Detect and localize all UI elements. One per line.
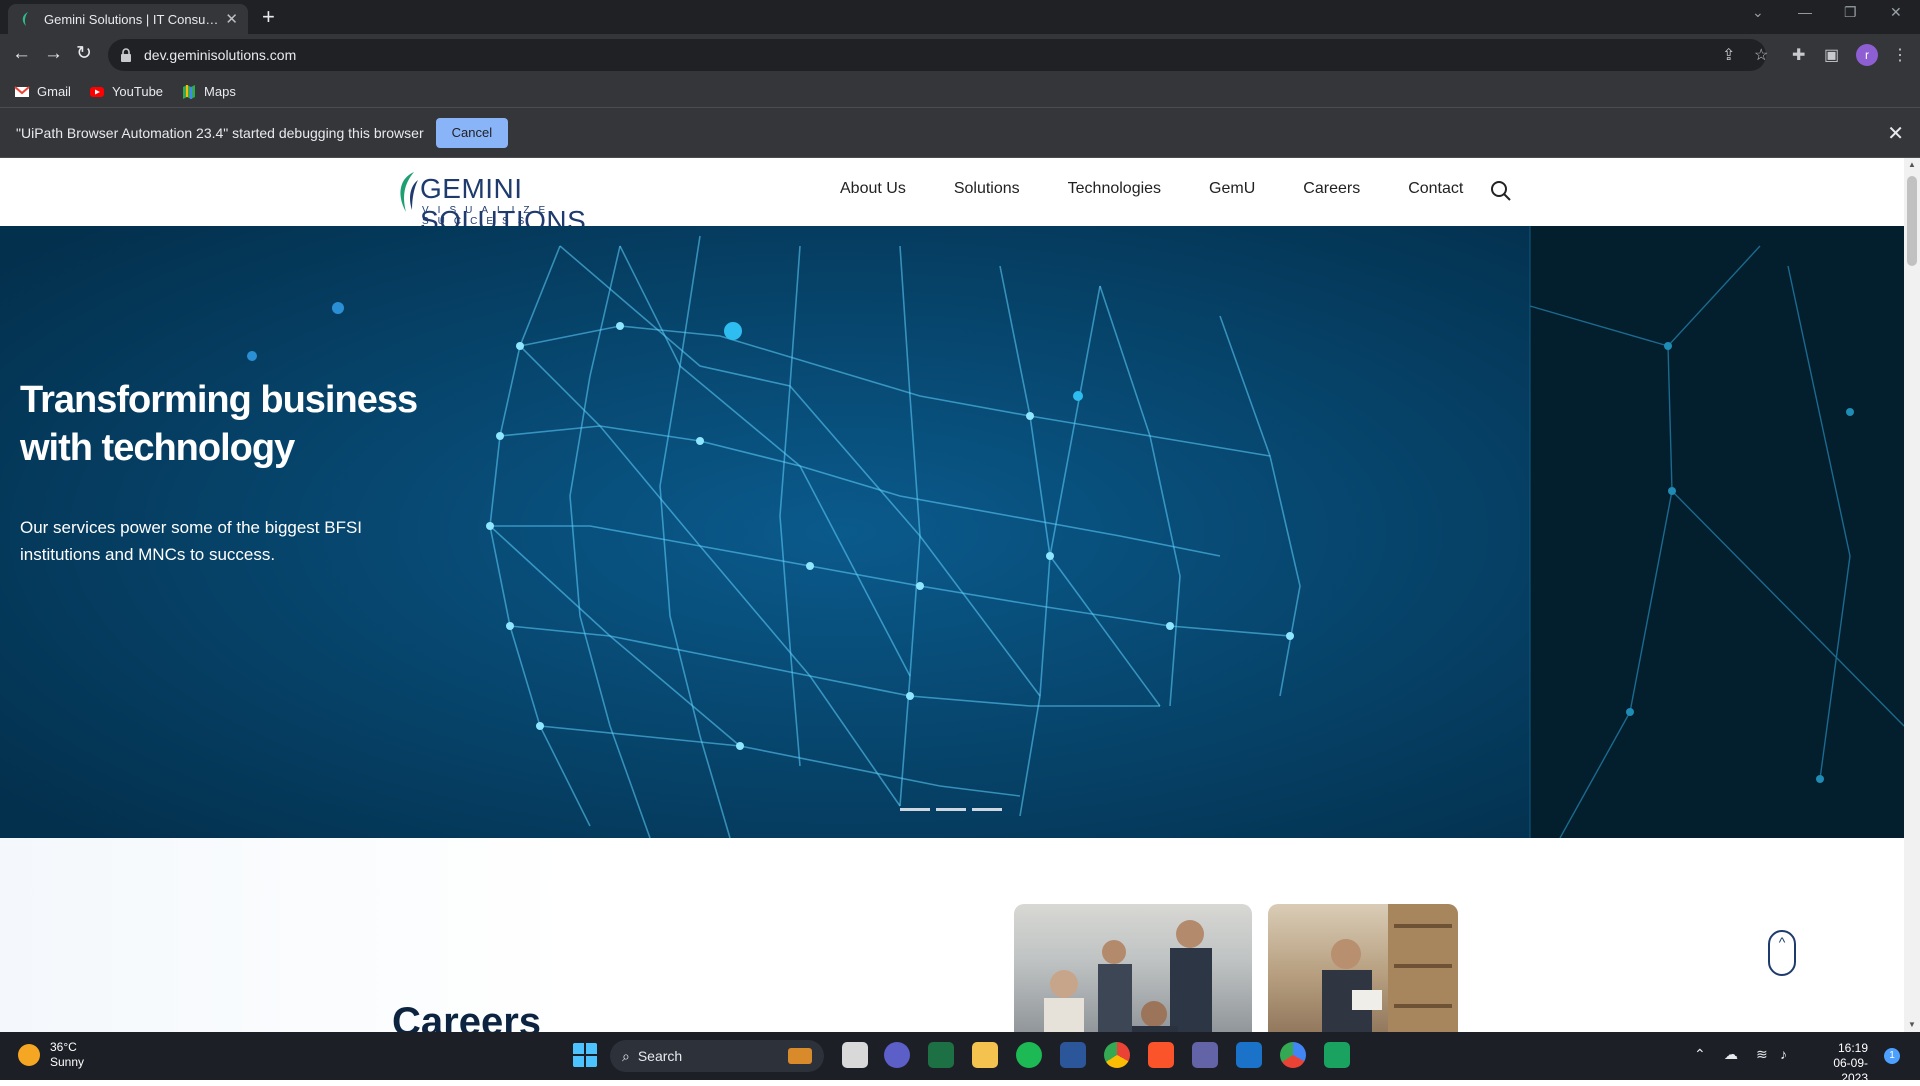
nav-technologies[interactable]: Technologies bbox=[1068, 180, 1161, 198]
scroll-to-top-button[interactable]: ^ bbox=[1768, 930, 1796, 976]
taskbar-search-icon: ⌕ bbox=[622, 1047, 630, 1064]
weather-desc: Sunny bbox=[50, 1055, 85, 1069]
logo-word-gemini: GEMINI bbox=[420, 173, 523, 204]
scroll-up-arrow-icon[interactable]: ▲ bbox=[1908, 160, 1916, 169]
reload-icon[interactable]: ↻ bbox=[76, 44, 92, 64]
word-icon[interactable] bbox=[1060, 1042, 1086, 1068]
brave-icon[interactable] bbox=[1148, 1042, 1174, 1068]
side-panel-icon[interactable]: ▣ bbox=[1824, 45, 1839, 65]
nav-about-us[interactable]: About Us bbox=[840, 180, 906, 198]
search-icon[interactable] bbox=[1490, 180, 1512, 202]
teams-meet-icon[interactable] bbox=[884, 1042, 910, 1068]
scrollbar-thumb[interactable] bbox=[1907, 176, 1917, 266]
chrome-profile-icon[interactable] bbox=[1280, 1042, 1306, 1068]
minimize-icon[interactable]: — bbox=[1798, 4, 1812, 20]
carousel-dot-1[interactable] bbox=[900, 808, 930, 811]
browser-tab[interactable]: Gemini Solutions | IT Consulting, ✕ bbox=[8, 4, 248, 34]
scroll-down-arrow-icon[interactable]: ▼ bbox=[1908, 1020, 1916, 1029]
tab-title: Gemini Solutions | IT Consulting, bbox=[44, 11, 220, 27]
debugging-infobar: "UiPath Browser Automation 23.4" started… bbox=[0, 108, 1920, 158]
debug-cancel-button[interactable]: Cancel bbox=[435, 117, 509, 148]
hero-subtitle: Our services power some of the biggest B… bbox=[20, 518, 363, 564]
bookmark-maps[interactable]: Maps bbox=[181, 84, 236, 100]
tab-close-icon[interactable]: ✕ bbox=[225, 10, 238, 28]
sun-icon bbox=[18, 1044, 40, 1066]
gmail-icon bbox=[14, 85, 30, 97]
onedrive-icon[interactable]: ☁ bbox=[1724, 1046, 1738, 1063]
team-meeting-photo bbox=[1014, 904, 1252, 1032]
carousel-dot-3[interactable] bbox=[972, 808, 1002, 811]
volume-icon[interactable]: ♪ bbox=[1780, 1046, 1787, 1062]
browser-tab-bar: Gemini Solutions | IT Consulting, ✕ + ⌄ … bbox=[0, 0, 1920, 34]
windows-taskbar: 36°C Sunny ⌕ Search ⌃ ☁ ≋ ♪ 16:19 06-09-… bbox=[0, 1032, 1920, 1085]
windows-start-icon[interactable] bbox=[572, 1042, 598, 1068]
clock-date: 06-09-2023 bbox=[1833, 1056, 1868, 1085]
file-explorer-icon[interactable] bbox=[972, 1042, 998, 1068]
nav-solutions[interactable]: Solutions bbox=[954, 180, 1020, 198]
hero-banner: Transforming business with technology Ou… bbox=[0, 226, 1904, 838]
carousel-dot-2[interactable] bbox=[936, 808, 966, 811]
main-nav: About Us Solutions Technologies GemU Car… bbox=[840, 180, 1511, 198]
reading-photo-illustration bbox=[1322, 904, 1458, 1032]
logo-tagline: VISUALIZE SUCCESS bbox=[422, 205, 555, 227]
address-bar[interactable]: dev.geminisolutions.com bbox=[108, 39, 1766, 71]
site-header: GEMINI SOLUTIONS VISUALIZE SUCCESS About… bbox=[0, 158, 1904, 236]
bookmark-label: YouTube bbox=[111, 84, 164, 99]
forward-icon[interactable]: → bbox=[44, 44, 63, 64]
share-icon[interactable]: ⇪ bbox=[1722, 45, 1735, 65]
spotify-icon[interactable] bbox=[1016, 1042, 1042, 1068]
url-text: dev.geminisolutions.com bbox=[144, 47, 297, 63]
back-icon[interactable]: ← bbox=[12, 44, 31, 64]
infobar-close-icon[interactable]: ✕ bbox=[1887, 121, 1904, 146]
system-clock[interactable]: 16:19 06-09-2023 bbox=[1812, 1041, 1868, 1086]
weather-temp: 36°C bbox=[50, 1040, 77, 1054]
profile-avatar[interactable]: r bbox=[1856, 44, 1878, 66]
tab-search-icon[interactable]: ⌄ bbox=[1752, 4, 1764, 21]
careers-heading: Careers bbox=[392, 1000, 542, 1032]
taskbar-search[interactable]: ⌕ Search bbox=[610, 1040, 824, 1072]
uipath-studio-icon[interactable] bbox=[1236, 1042, 1262, 1068]
leaf-logo-icon bbox=[400, 172, 418, 212]
page-scrollbar[interactable]: ▲ ▼ bbox=[1904, 158, 1920, 1032]
tray-chevron-icon[interactable]: ⌃ bbox=[1694, 1046, 1706, 1063]
bookmark-gmail[interactable]: Gmail bbox=[14, 84, 71, 100]
nav-gemu[interactable]: GemU bbox=[1209, 180, 1255, 198]
new-tab-icon[interactable]: + bbox=[262, 6, 275, 28]
menu-kebab-icon[interactable]: ⋮ bbox=[1892, 45, 1908, 65]
bookmark-youtube[interactable]: YouTube bbox=[89, 84, 163, 100]
taskbar-search-label: Search bbox=[637, 1048, 683, 1064]
debug-message: "UiPath Browser Automation 23.4" started… bbox=[16, 124, 424, 141]
youtube-icon bbox=[89, 86, 104, 97]
bookmark-label: Maps bbox=[204, 84, 236, 99]
teams-icon[interactable] bbox=[1192, 1042, 1218, 1068]
excel-icon[interactable] bbox=[928, 1042, 954, 1068]
window-close-icon[interactable]: ✕ bbox=[1890, 4, 1902, 21]
weather-widget[interactable]: 36°C Sunny bbox=[18, 1040, 84, 1070]
web-page: GEMINI SOLUTIONS VISUALIZE SUCCESS About… bbox=[0, 158, 1904, 1032]
clock-time: 16:19 bbox=[1837, 1041, 1868, 1055]
team-photo-illustration bbox=[1044, 920, 1212, 1032]
search-highlight-icon bbox=[788, 1048, 812, 1064]
gemini-logo[interactable]: GEMINI SOLUTIONS VISUALIZE SUCCESS bbox=[392, 168, 652, 236]
uipath-assistant-icon[interactable] bbox=[1324, 1042, 1350, 1068]
bookmark-label: Gmail bbox=[37, 84, 71, 99]
chrome-icon[interactable] bbox=[1104, 1042, 1130, 1068]
carousel-indicators bbox=[900, 808, 1008, 811]
browser-toolbar: ← → ↻ dev.geminisolutions.com ⇪ ☆ ✚ ▣ r … bbox=[0, 34, 1920, 76]
bookmarks-bar: Gmail YouTube Maps bbox=[0, 76, 1920, 108]
lock-icon bbox=[121, 48, 131, 62]
gemini-favicon-icon bbox=[22, 12, 28, 26]
bookmark-star-icon[interactable]: ☆ bbox=[1754, 45, 1768, 65]
careers-section: Careers ^ bbox=[0, 838, 1904, 1032]
notification-badge[interactable]: 1 bbox=[1884, 1048, 1900, 1064]
nav-contact[interactable]: Contact bbox=[1408, 180, 1463, 198]
hero-title: Transforming business with technology bbox=[20, 379, 418, 469]
wifi-icon[interactable]: ≋ bbox=[1756, 1046, 1768, 1063]
restore-icon[interactable]: ❐ bbox=[1844, 4, 1857, 21]
nav-careers[interactable]: Careers bbox=[1303, 180, 1360, 198]
maps-icon bbox=[183, 84, 196, 99]
extensions-icon[interactable]: ✚ bbox=[1792, 45, 1805, 65]
task-view-icon[interactable] bbox=[842, 1042, 868, 1068]
reading-person-photo bbox=[1268, 904, 1458, 1032]
